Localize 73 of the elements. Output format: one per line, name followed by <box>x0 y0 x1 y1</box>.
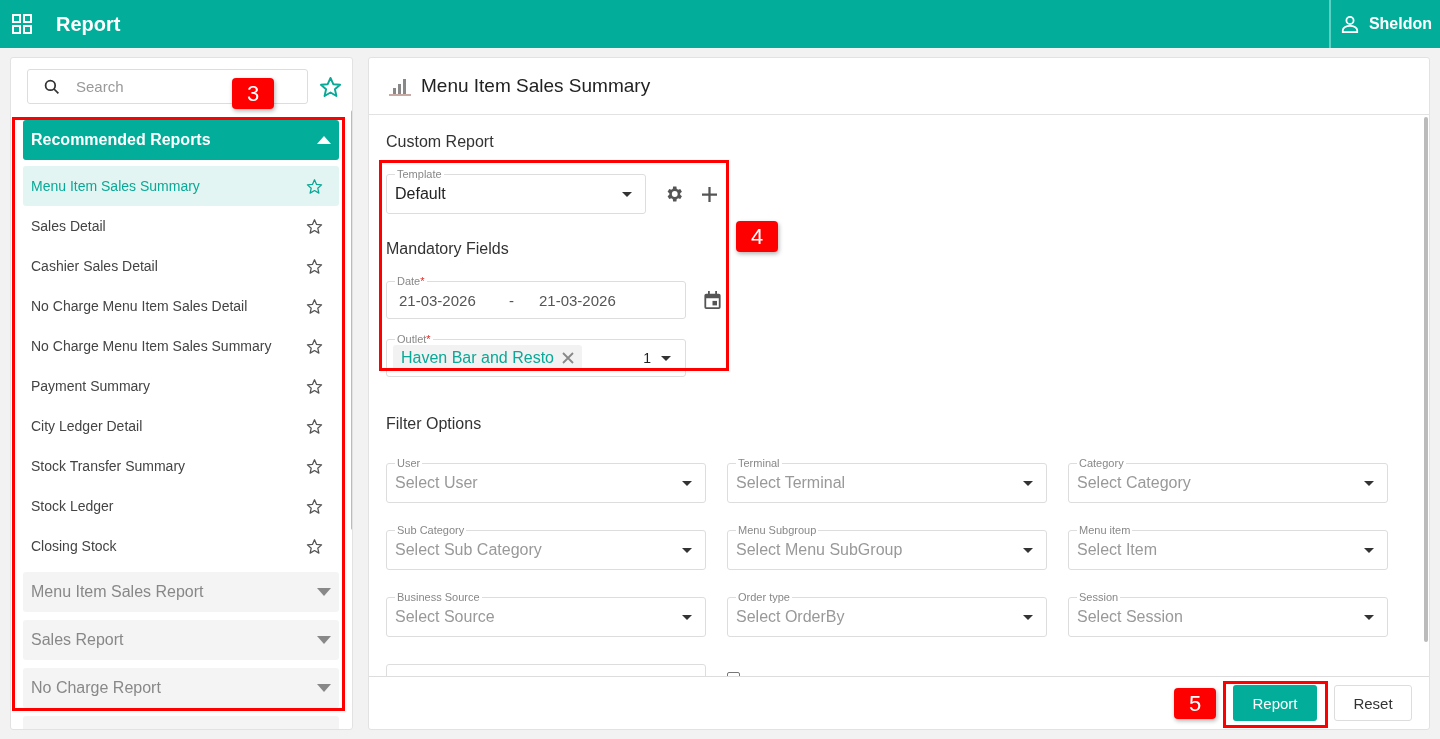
field-label: Session <box>1077 591 1121 603</box>
group-header[interactable]: Menu Item Sales Report <box>23 572 339 612</box>
caret-down-icon <box>317 588 331 596</box>
caret-down-icon <box>1023 547 1033 553</box>
caret-down-icon <box>682 480 692 486</box>
field-label: Order type <box>736 591 792 603</box>
report-item[interactable]: Closing Stock <box>23 526 339 566</box>
caret-down-icon <box>1023 614 1033 620</box>
step-badge: 5 <box>1174 688 1216 719</box>
star-icon[interactable] <box>306 297 323 315</box>
caret-down-icon <box>1364 547 1374 553</box>
star-icon[interactable] <box>306 537 323 555</box>
star-icon[interactable] <box>306 497 323 515</box>
caret-down-icon <box>682 547 692 553</box>
section-heading: Mandatory Fields <box>386 240 510 258</box>
selection-count: 1 <box>643 350 651 366</box>
person-icon <box>1340 15 1359 33</box>
caret-down-icon <box>1023 480 1033 486</box>
caret-down-icon <box>622 191 632 197</box>
caret-down-icon <box>317 636 331 644</box>
calendar-icon[interactable] <box>704 291 721 309</box>
close-icon[interactable] <box>562 352 574 364</box>
star-icon[interactable] <box>306 457 323 475</box>
star-icon[interactable] <box>306 217 323 235</box>
report-button[interactable]: Report <box>1233 685 1317 721</box>
report-item[interactable]: City Ledger Detail <box>23 406 339 446</box>
reset-button[interactable]: Reset <box>1334 685 1412 721</box>
report-item[interactable]: Cashier Sales Detail <box>23 246 339 286</box>
user-menu[interactable]: Sheldon <box>1328 0 1440 48</box>
field-label: Template <box>395 168 444 180</box>
star-icon[interactable] <box>306 257 323 275</box>
plus-icon[interactable] <box>702 186 717 202</box>
report-title: Menu Item Sales Summary <box>421 75 651 97</box>
field-label: Outlet* <box>395 333 433 345</box>
report-item[interactable]: Sales Detail <box>23 206 339 246</box>
report-item[interactable]: Stock Ledger <box>23 486 339 526</box>
report-item[interactable]: No Charge Menu Item Sales Summary <box>23 326 339 366</box>
section-heading: Filter Options <box>386 415 483 433</box>
field-label: Date* <box>395 275 427 287</box>
group-header[interactable]: Sales Report <box>23 620 339 660</box>
search-icon <box>44 79 60 95</box>
section-heading: Custom Report <box>386 133 495 151</box>
caret-down-icon <box>1364 480 1374 486</box>
caret-down-icon <box>317 684 331 692</box>
caret-down-icon <box>682 614 692 620</box>
field-label: Sub Category <box>395 524 467 536</box>
field-label: User <box>395 457 423 469</box>
field-label: Terminal <box>736 457 782 469</box>
step-badge: 4 <box>736 221 778 252</box>
field-label: Menu item <box>1077 524 1133 536</box>
star-icon[interactable] <box>306 337 323 355</box>
star-icon[interactable] <box>306 417 323 435</box>
group-header[interactable]: No Charge Report <box>23 668 339 708</box>
star-icon[interactable] <box>306 177 323 195</box>
report-item[interactable]: Stock Transfer Summary <box>23 446 339 486</box>
report-item[interactable]: No Charge Menu Item Sales Detail <box>23 286 339 326</box>
field-label: Menu Subgroup <box>736 524 819 536</box>
bar-chart-icon <box>389 76 411 96</box>
apps-grid-icon[interactable] <box>12 14 32 34</box>
chip-text: Haven Bar and Resto <box>401 349 554 367</box>
app-title: Report <box>56 12 121 36</box>
report-item[interactable]: Menu Item Sales Summary <box>23 166 339 206</box>
field-label: Category <box>1077 457 1126 469</box>
field-label: Business Source <box>395 591 482 603</box>
caret-down-icon <box>661 355 671 361</box>
star-icon[interactable] <box>319 74 342 99</box>
star-icon[interactable] <box>306 377 323 395</box>
caret-down-icon <box>1364 614 1374 620</box>
step-badge: 3 <box>232 78 274 109</box>
scrollbar[interactable] <box>1424 117 1428 642</box>
group-header[interactable]: Recommended Reports <box>23 120 339 160</box>
report-item[interactable]: Payment Summary <box>23 366 339 406</box>
caret-up-icon <box>317 136 331 144</box>
